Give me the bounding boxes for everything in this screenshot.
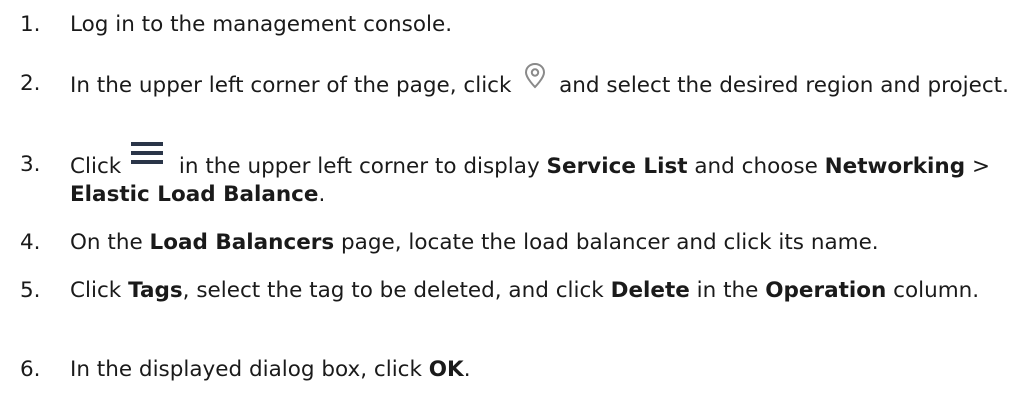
ok-term: OK [428,357,464,382]
operation-term: Operation [765,278,887,303]
step-2-pre: In the upper left corner of the page, cl… [70,73,519,98]
step-5-pre: Click [70,278,129,303]
hamburger-menu-icon [128,140,172,170]
step-5-post: column. [886,278,980,303]
step-number: 4. [20,230,41,255]
load-balancers-term: Load Balancers [149,230,335,255]
step-5-mid2: in the [689,278,766,303]
step-3-mid3: > [965,154,990,179]
step-number: 1. [20,12,41,37]
step-5-mid: , select the tag to be deleted, and clic… [182,278,611,303]
procedure-steps: 1. Log in to the management console. 2. … [0,0,1031,403]
step-text: Log in to the management console. [70,12,1025,38]
step-3-pre: Click [70,154,129,179]
elastic-load-balance-term: Elastic Load Balance [70,182,319,207]
step-3-mid2: and choose [687,154,825,179]
networking-term: Networking [824,154,966,179]
step-1-text: Log in to the management console. [70,12,453,37]
step-4-pre: On the [70,230,150,255]
step-text: On the Load Balancers page, locate the l… [70,230,1025,256]
step-4-post: page, locate the load balancer and click… [334,230,879,255]
tags-term: Tags [128,278,183,303]
step-6-pre: In the displayed dialog box, click [70,357,429,382]
step-number: 5. [20,278,41,303]
step-number: 3. [20,152,41,177]
step-3-mid: in the upper left corner to display [172,154,547,179]
delete-term: Delete [610,278,690,303]
step-text: In the upper left corner of the page, cl… [70,62,1025,101]
step-text: In the displayed dialog box, click OK. [70,357,1025,383]
step-6-post: . [463,357,471,382]
step-2-post: and select the desired region and projec… [552,73,1009,98]
step-number: 6. [20,357,41,382]
step-number: 2. [20,71,41,96]
step-text: Click Tags, select the tag to be deleted… [70,278,1025,304]
service-list-term: Service List [546,154,688,179]
location-pin-icon [518,61,552,91]
step-text: Click in the upper left corner to displa… [70,142,1025,208]
step-3-post: . [318,182,326,207]
